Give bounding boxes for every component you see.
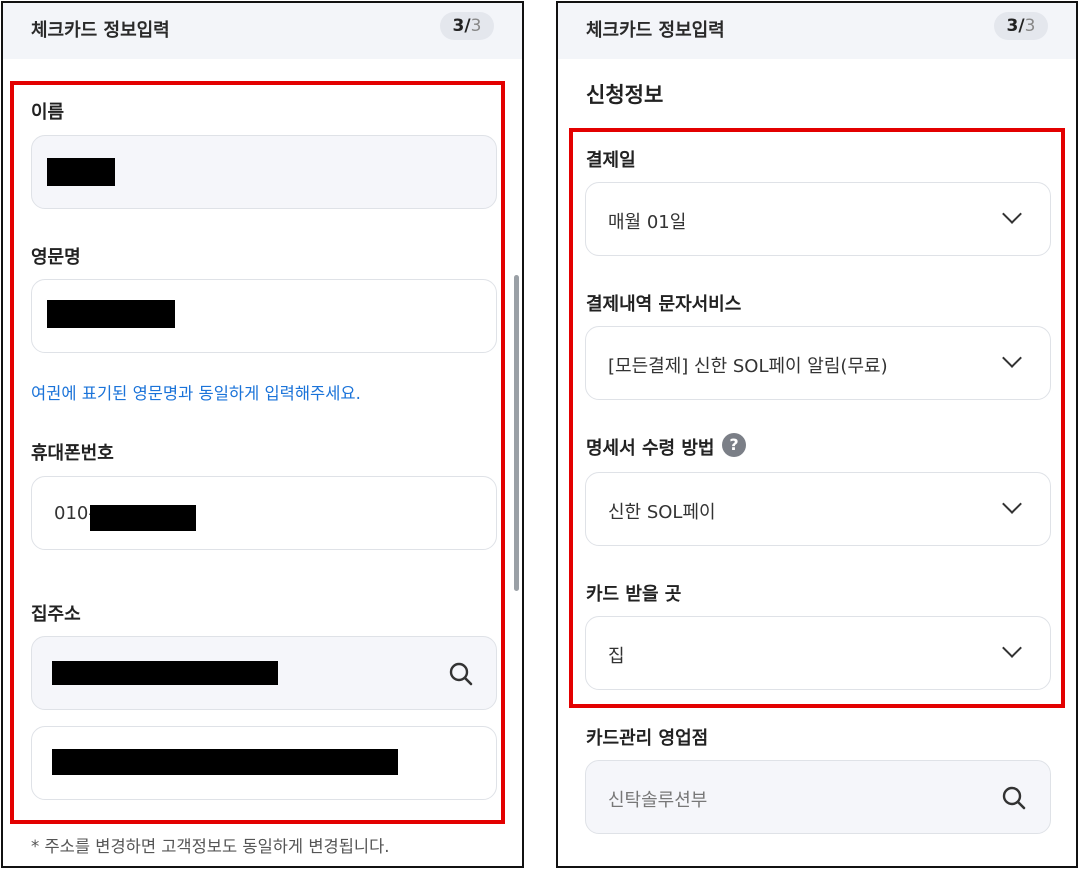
redacted-phone [90, 505, 196, 531]
step-indicator: 3/3 [994, 12, 1048, 40]
address-search-field[interactable] [31, 636, 497, 710]
branch-placeholder: 신탁솔루션부 [608, 790, 708, 811]
statement-select[interactable]: 신한 SOL페이 [585, 472, 1051, 546]
help-icon[interactable]: ? [722, 433, 746, 457]
english-name-field[interactable] [31, 279, 497, 353]
card-delivery-label: 카드 받을 곳 [586, 584, 682, 605]
payment-day-value: 매월 01일 [608, 212, 687, 233]
search-icon[interactable] [448, 661, 474, 687]
sms-service-select[interactable]: [모든결제] 신한 SOL페이 알림(무료) [585, 326, 1051, 400]
redacted-name [47, 158, 115, 186]
redacted-address [52, 661, 278, 685]
step-current: 3 [1006, 16, 1019, 36]
page-title: 체크카드 정보입력 [586, 20, 725, 41]
address-label: 집주소 [31, 604, 81, 625]
phone-prefix: 010- [54, 503, 95, 524]
search-icon[interactable] [1001, 785, 1027, 811]
english-name-hint: 여권에 표기된 영문명과 동일하게 입력해주세요. [31, 384, 361, 403]
page-header: 체크카드 정보입력 3/3 [558, 3, 1076, 59]
step-total: 3 [1024, 16, 1036, 36]
chevron-down-icon [1002, 204, 1022, 224]
page-header: 체크카드 정보입력 3/3 [3, 3, 522, 59]
redacted-address-detail [52, 749, 398, 775]
statement-label: 명세서 수령 방법 [586, 438, 715, 459]
payment-day-label: 결제일 [586, 150, 636, 171]
sms-service-value: [모든결제] 신한 SOL페이 알림(무료) [608, 356, 888, 377]
address-detail-field[interactable] [31, 726, 497, 800]
chevron-down-icon [1002, 638, 1022, 658]
step-indicator: 3/3 [440, 12, 494, 40]
payment-day-select[interactable]: 매월 01일 [585, 182, 1051, 256]
section-title: 신청정보 [586, 83, 664, 107]
chevron-down-icon [1002, 348, 1022, 368]
name-label: 이름 [31, 102, 65, 123]
name-field[interactable] [31, 135, 497, 209]
form-panel-application: 체크카드 정보입력 3/3 신청정보 결제일 매월 01일 결제내역 문자서비스… [556, 1, 1078, 868]
chevron-down-icon [1002, 494, 1022, 514]
phone-field[interactable]: 010- [31, 476, 497, 550]
step-total: 3 [470, 16, 482, 36]
branch-label: 카드관리 영업점 [586, 728, 709, 749]
page-title: 체크카드 정보입력 [31, 20, 170, 41]
redacted-english-name [47, 300, 175, 328]
card-delivery-select[interactable]: 집 [585, 616, 1051, 690]
statement-value: 신한 SOL페이 [608, 502, 716, 523]
phone-label: 휴대폰번호 [31, 443, 114, 464]
address-note: * 주소를 변경하면 고객정보도 동일하게 변경됩니다. [31, 837, 390, 856]
form-panel-personal: 체크카드 정보입력 3/3 이름 영문명 여권에 표기된 영문명과 동일하게 입… [1, 1, 524, 868]
card-delivery-value: 집 [608, 646, 625, 667]
sms-service-label: 결제내역 문자서비스 [586, 294, 742, 315]
step-current: 3 [452, 16, 465, 36]
scrollbar[interactable] [514, 275, 519, 591]
english-name-label: 영문명 [31, 247, 81, 268]
branch-search-field[interactable]: 신탁솔루션부 [585, 760, 1051, 834]
